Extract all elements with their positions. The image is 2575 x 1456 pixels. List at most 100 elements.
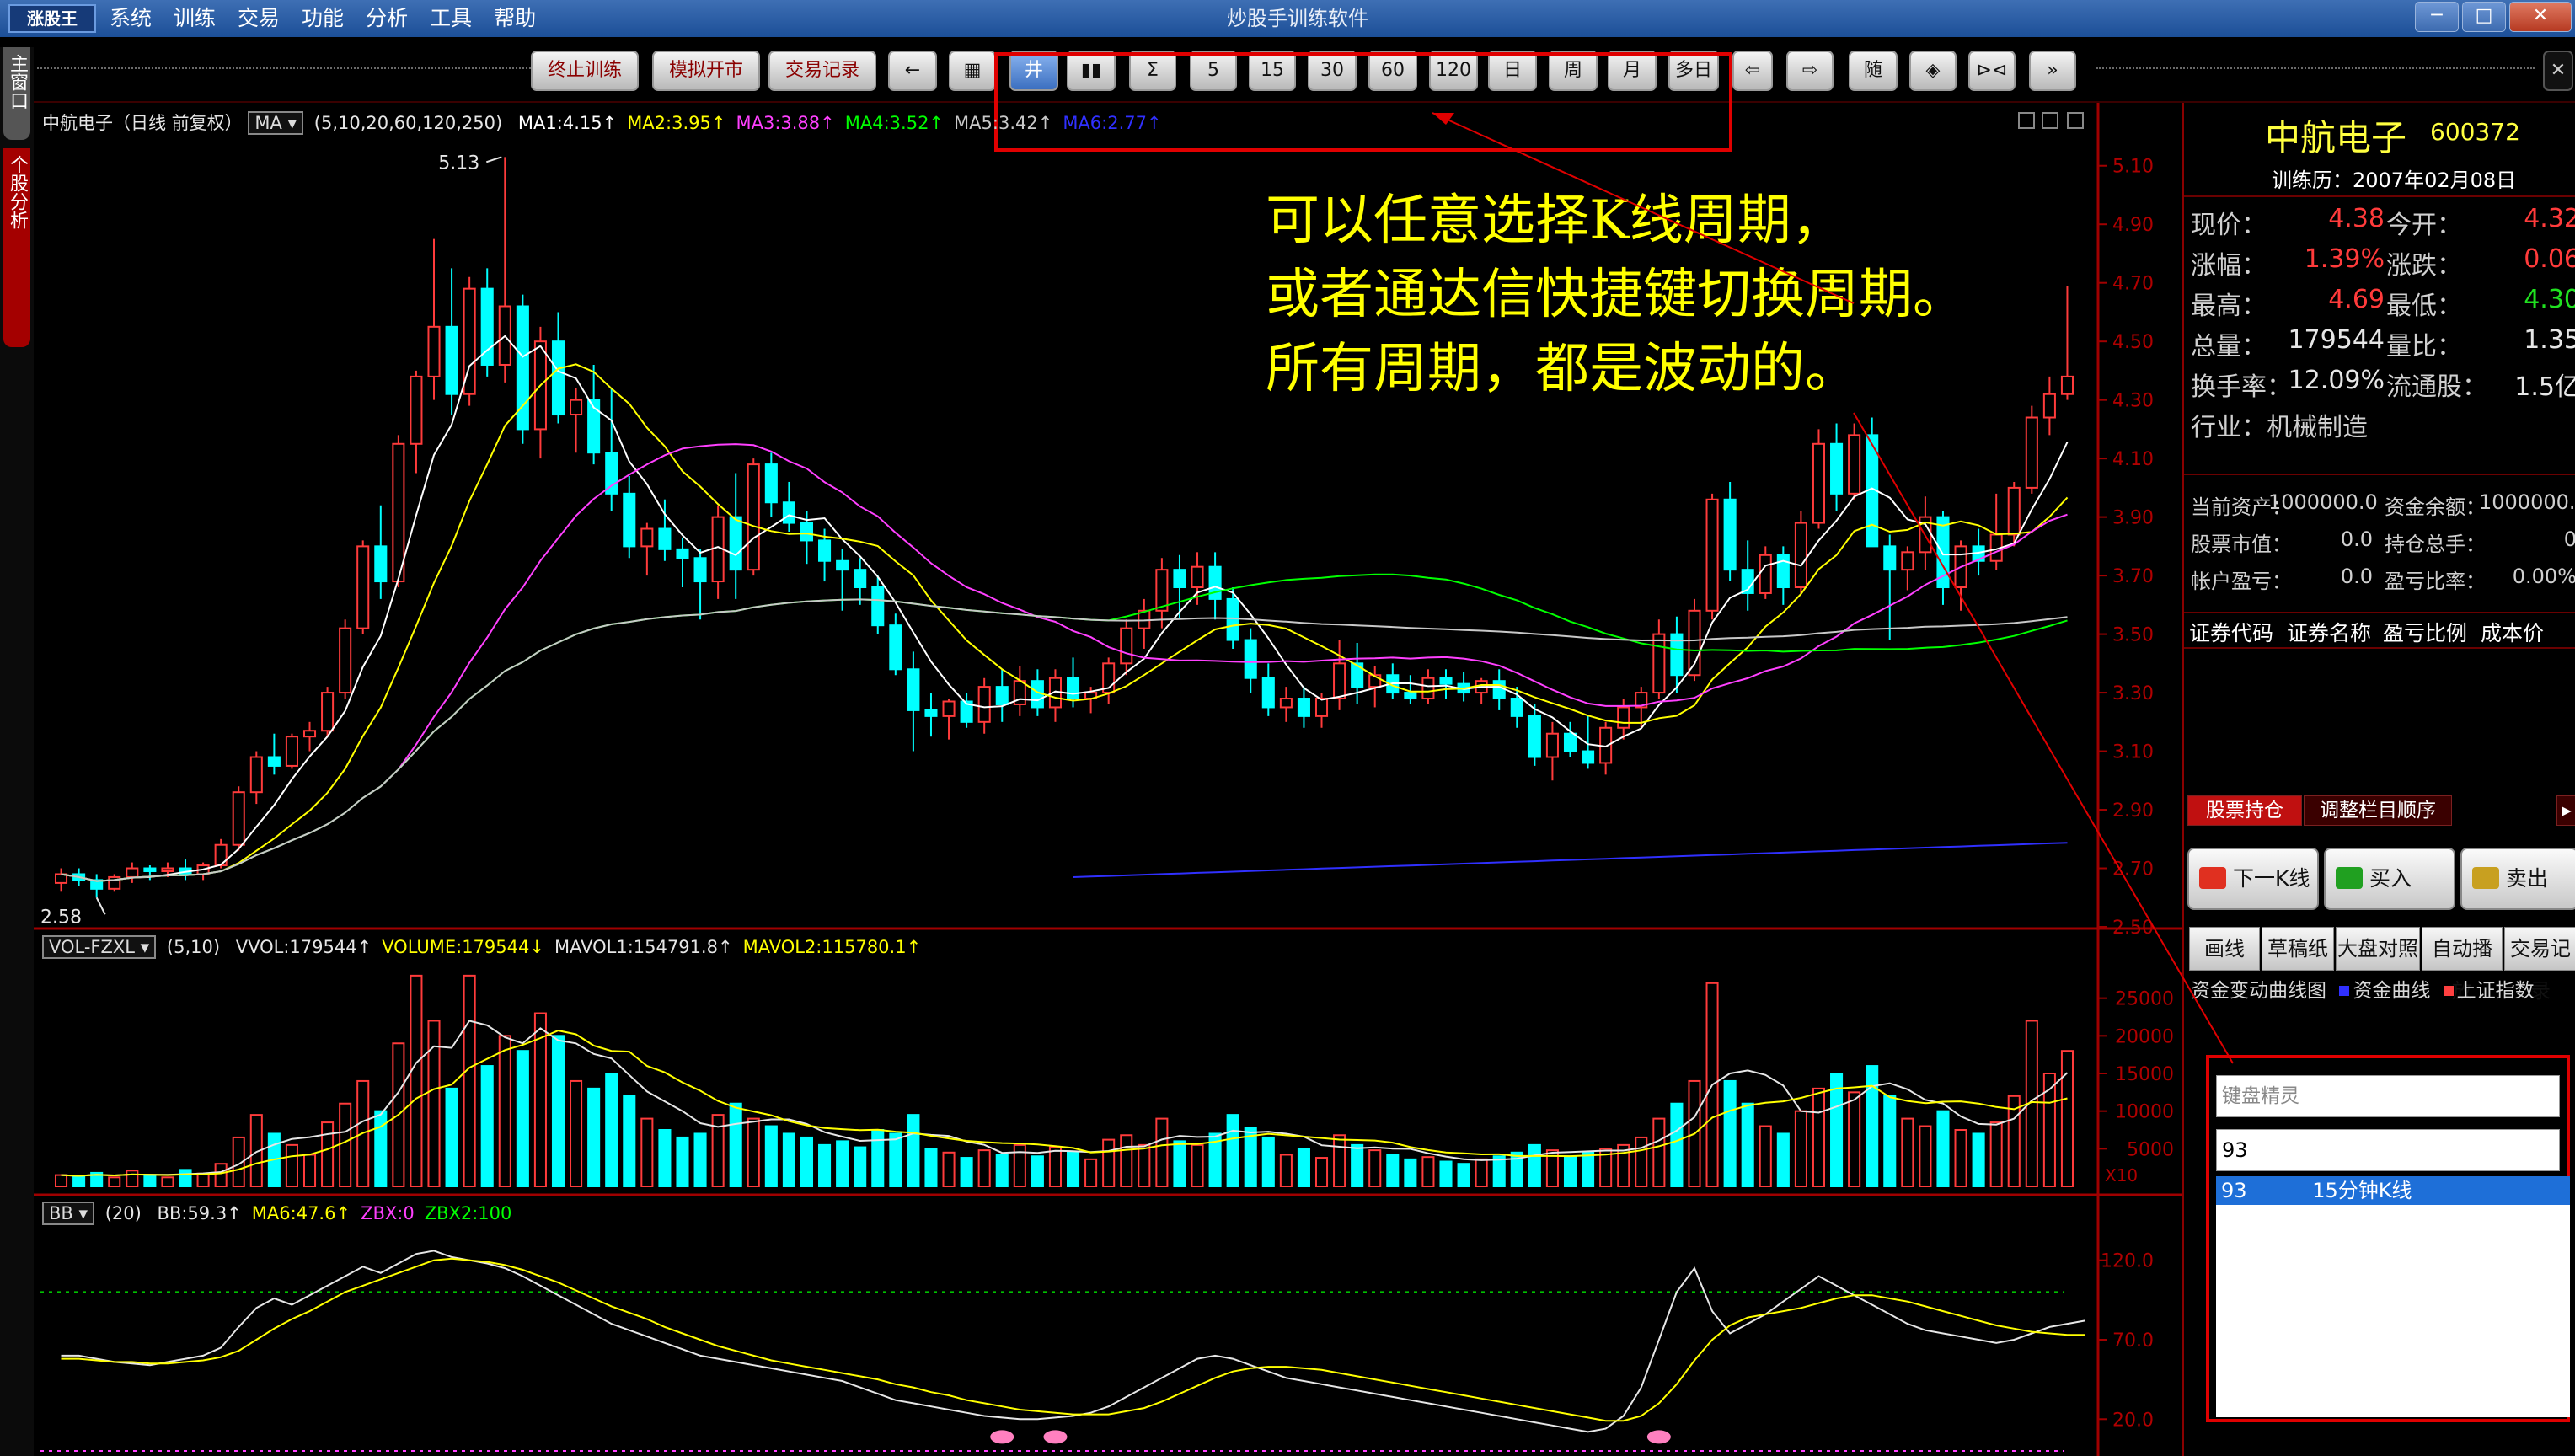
volume-bar-down [1776, 1132, 1790, 1188]
holdings-column-header[interactable]: 成本价 [2481, 617, 2544, 647]
grid-button[interactable]: ▦ [949, 51, 996, 91]
tab-main-window[interactable]: 主窗口 [3, 47, 30, 140]
trade-record-button[interactable]: 交易记录 [2504, 927, 2575, 1003]
wizard-result-item[interactable]: 93 15分钟K线 [2216, 1176, 2570, 1205]
tab-holdings[interactable]: 股票持仓 [2187, 795, 2302, 826]
candle-button[interactable]: ▮▮ [1067, 51, 1116, 91]
volume-bar-down [445, 1087, 458, 1188]
candle-up [2042, 393, 2056, 419]
crosshair-button[interactable]: 井 [1009, 51, 1058, 91]
candle-up [1794, 522, 1807, 589]
ma-readout: MA2:3.95↑ [627, 113, 726, 133]
period-day-button[interactable]: 日 [1488, 51, 1537, 91]
maximize-button[interactable]: □ [2462, 2, 2506, 32]
period-120-button[interactable]: 120 [1429, 51, 1478, 91]
volume-bar-down [924, 1148, 938, 1188]
prev-button[interactable]: ⇦ [1732, 51, 1773, 91]
period-week-button[interactable]: 周 [1549, 51, 1598, 91]
bb-indicator-label: BB [49, 1203, 73, 1223]
tab-scroll-arrow[interactable]: ▸ [2556, 795, 2575, 826]
minimize-button[interactable]: ─ [2415, 2, 2459, 32]
range-button[interactable]: ⊳⊲ [1968, 51, 2016, 91]
menu-item[interactable]: 交易 [238, 0, 280, 37]
candle-down [605, 452, 618, 495]
bb-readouts: BB:59.3↑ MA6:47.6↑ ZBX:0 ZBX2:100 [147, 1203, 512, 1223]
holdings-column-header[interactable]: 盈亏比例 [2383, 617, 2467, 647]
menu-item[interactable]: 训练 [174, 0, 216, 37]
annotation-line: 可以任意选择K线周期， [1266, 190, 1845, 252]
fund-curve-option[interactable]: 资金曲线 [2353, 980, 2430, 1002]
candle-up [249, 756, 263, 794]
wizard-input[interactable]: 93 [2216, 1129, 2560, 1171]
tab-column-order[interactable]: 调整栏目顺序 [2304, 795, 2452, 826]
volume-bar-up [747, 1117, 760, 1187]
random-button[interactable]: 随 [1849, 51, 1898, 91]
account-label: 资金余额： [2385, 495, 2486, 519]
index-option[interactable]: 上证指数 [2457, 980, 2535, 1002]
buy-button[interactable]: 买入 [2324, 848, 2455, 910]
volume-readout: MAVOL2:115780.1↑ [742, 937, 922, 957]
candle-up [427, 325, 441, 377]
volume-bar-up [942, 1151, 956, 1188]
volume-bar-up [640, 1117, 654, 1187]
volume-bar-down [1723, 1079, 1737, 1188]
close-button[interactable]: ✕ [2509, 2, 2572, 32]
index-checkbox-icon[interactable] [2443, 985, 2454, 996]
indicator-selector[interactable]: MA ▾ [248, 111, 304, 135]
volume-tick-label: 20000 [2115, 1026, 2174, 1047]
holdings-column-header[interactable]: 证券代码 [2189, 617, 2273, 647]
close-panel-button[interactable]: ✕ [2543, 51, 2573, 91]
period-30-button[interactable]: 30 [1308, 51, 1357, 91]
candle-down [658, 527, 672, 550]
back-button[interactable]: ← [888, 51, 937, 91]
volume-readout: VOLUME:179544↓ [382, 937, 544, 957]
period-month-button[interactable]: 月 [1608, 51, 1657, 91]
tab-stock-analysis[interactable]: 个股分析 [3, 148, 30, 347]
trade-log-button[interactable]: 交易记录 [768, 51, 876, 91]
volume-bar-up [126, 1170, 139, 1187]
volume-bar-up [2060, 1050, 2074, 1187]
menu-item[interactable]: 帮助 [494, 0, 536, 37]
simulate-open-button[interactable]: 模拟开市 [652, 51, 760, 91]
volume-bar-down [551, 1035, 565, 1188]
next-button[interactable]: ⇨ [1786, 51, 1834, 91]
volume-bar-down [1866, 1065, 1879, 1187]
bb-indicator-selector[interactable]: BB ▾ [42, 1202, 95, 1225]
volume-bar-up [161, 1176, 174, 1188]
bb-signal-marker [1646, 1430, 1671, 1444]
period-5-button[interactable]: 5 [1190, 51, 1237, 91]
volume-bar-down [764, 1125, 778, 1187]
menu-item[interactable]: 工具 [430, 0, 472, 37]
autoplay-button[interactable]: 自动播放 [2422, 927, 2503, 1003]
volume-bar-down [1972, 1132, 1985, 1188]
price-tick-label: 4.50 [2112, 332, 2154, 353]
menu-item[interactable]: 分析 [366, 0, 408, 37]
volume-bar-down [676, 1136, 689, 1188]
next-kline-button[interactable]: 下一K线 [2187, 848, 2319, 910]
period-15-button[interactable]: 15 [1249, 51, 1296, 91]
period-multiday-button[interactable]: 多日 [1668, 51, 1719, 91]
end-training-button[interactable]: 终止训练 [531, 51, 639, 91]
market-compare-button[interactable]: 大盘对照 [2336, 927, 2420, 971]
more-button[interactable]: » [2029, 51, 2076, 91]
draw-line-button[interactable]: 画线 [2189, 927, 2260, 971]
chart-area[interactable]: 5.10 4.90 4.70 4.50 4.30 4.10 3.90 3.70 3.50 3.30… [34, 103, 2182, 1456]
fund-curve-checkbox-icon[interactable] [2339, 985, 2350, 996]
period-60-button[interactable]: 60 [1368, 51, 1417, 91]
scratch-pad-button[interactable]: 草稿纸 [2262, 927, 2334, 971]
candle-up [392, 442, 405, 583]
next-kline-label: 下一K线 [2233, 866, 2310, 891]
bb-signal-marker [1043, 1430, 1068, 1444]
candle-down [143, 867, 157, 872]
candle-up [232, 791, 245, 846]
sum-button[interactable]: Σ [1129, 51, 1176, 91]
zoom-button[interactable]: ◈ [1909, 51, 1957, 91]
volume-indicator-selector[interactable]: VOL-FZXL ▾ [42, 935, 157, 959]
holdings-column-header[interactable]: 证券名称 [2287, 617, 2371, 647]
volume-bar-down [1563, 1155, 1577, 1188]
candle-down [676, 548, 689, 559]
menu-item[interactable]: 功能 [302, 0, 344, 37]
candle-down [1173, 569, 1186, 589]
menu-item[interactable]: 系统 [110, 0, 152, 37]
sell-button[interactable]: 卖出 [2460, 848, 2575, 910]
